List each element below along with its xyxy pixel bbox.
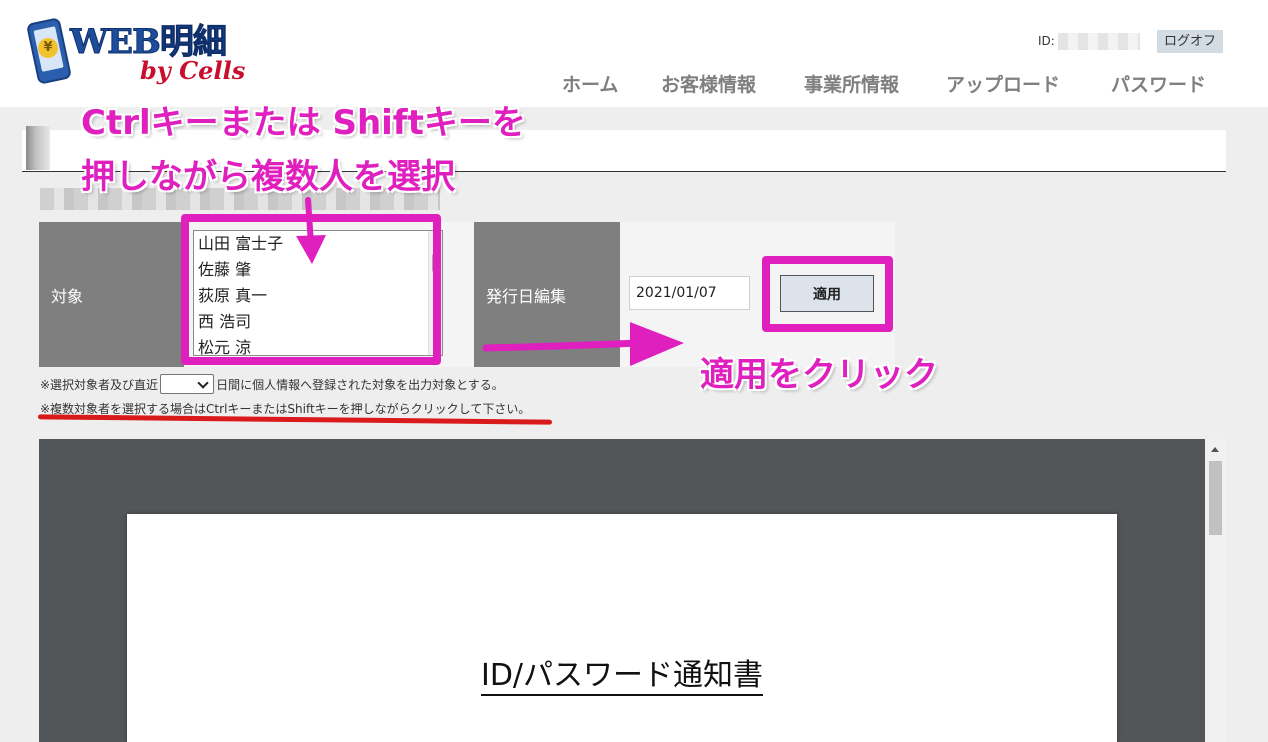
scroll-up-arrow-icon[interactable] <box>1211 447 1219 452</box>
highlight-box-apply <box>762 256 893 332</box>
nav-customer-info[interactable]: お客様情報 <box>661 70 756 97</box>
user-id-redacted <box>1058 33 1140 50</box>
annotation-line2: 押しながら複数人を選択 <box>81 157 455 197</box>
logo-subtitle: by Cells <box>140 56 246 85</box>
issue-date-label: 発行日編集 <box>474 222 620 367</box>
nav-home[interactable]: ホーム <box>562 70 618 97</box>
viewer-scroll-thumb[interactable] <box>1209 461 1222 535</box>
yen-coin-icon: ¥ <box>38 38 58 58</box>
annotation-line1: Ctrlキーまたは Shiftキーを <box>81 103 526 143</box>
logoff-button[interactable]: ログオフ <box>1157 30 1223 53</box>
nav-password[interactable]: パスワード <box>1111 70 1206 97</box>
annotation-select-instructions: Ctrlキーまたは Shiftキーを 押しながら複数人を選択 <box>81 96 526 204</box>
nav-office-info[interactable]: 事業所情報 <box>804 70 899 97</box>
note-recent-days: ※選択対象者及び直近 日間に個人情報へ登録された対象を出力対象とする。 <box>40 374 504 394</box>
highlight-box-listbox <box>181 214 441 365</box>
nav-upload[interactable]: アップロード <box>946 70 1060 97</box>
target-label: 対象 <box>39 222 184 367</box>
annotation-apply-hint: 適用をクリック <box>700 355 938 395</box>
document-title-text: ID/パスワード通知書 <box>480 658 764 696</box>
issue-date-input[interactable]: 2021/01/07 <box>629 276 750 310</box>
note1-prefix: ※選択対象者及び直近 <box>40 377 159 392</box>
redacted-section-title <box>26 126 50 170</box>
logo[interactable]: ¥ WEB明細 by Cells <box>25 14 248 90</box>
note1-suffix: 日間に個人情報へ登録された対象を出力対象とする。 <box>216 377 504 392</box>
viewer-scrollbar[interactable] <box>1205 439 1226 742</box>
pdf-page: ID/パスワード通知書 <box>127 514 1117 742</box>
recent-days-select[interactable] <box>160 374 215 394</box>
user-id-label: ID: <box>1038 34 1055 48</box>
header: ¥ WEB明細 by Cells ID: ログオフ ホーム お客様情報 事業所情… <box>0 0 1268 107</box>
document-title: ID/パスワード通知書 <box>127 650 1117 696</box>
